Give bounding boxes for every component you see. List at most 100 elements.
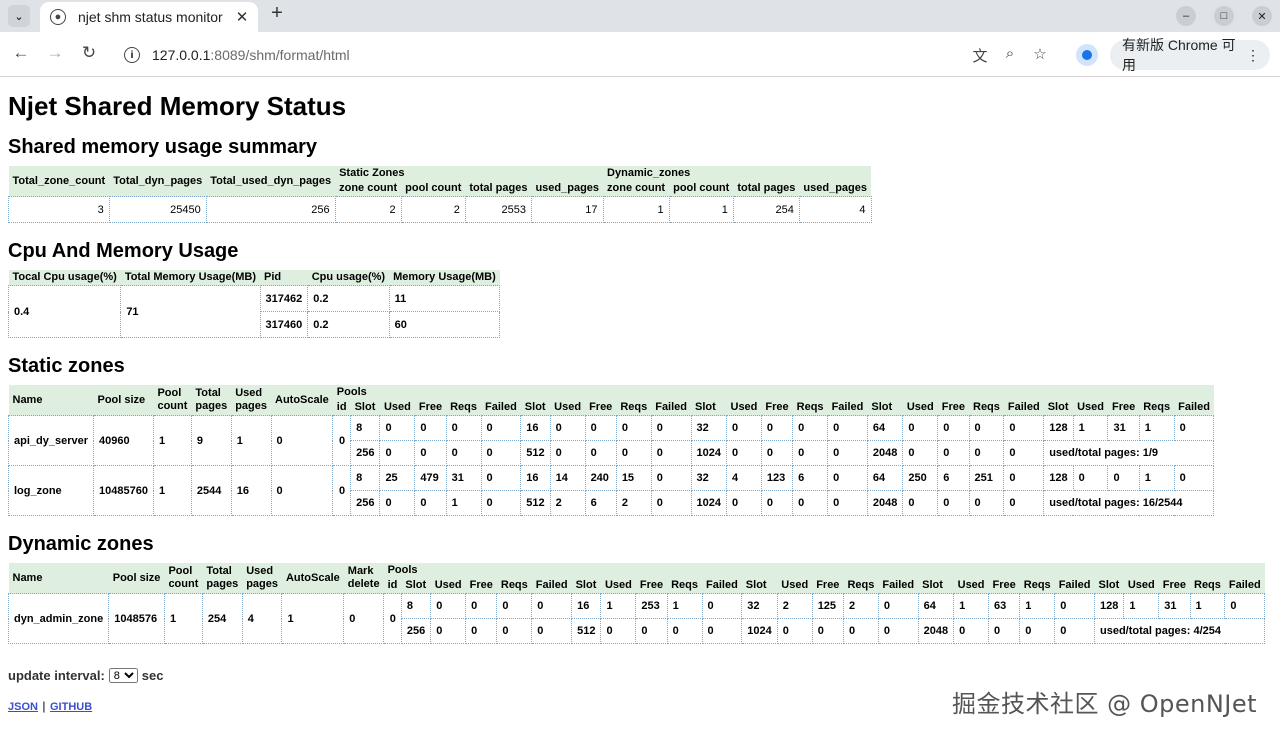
col-used: Used — [379, 400, 415, 416]
bookmark-star-icon[interactable]: ☆ — [1030, 45, 1050, 63]
url-path: :8089/shm/format/html — [210, 47, 350, 63]
col-pool-size: Pool size — [93, 385, 154, 416]
pool-cell: 1 — [666, 593, 703, 619]
col-reqs: Reqs — [496, 578, 532, 594]
active-tab[interactable]: ● njet shm status monitor ✕ — [40, 2, 258, 32]
minimize-button[interactable]: – — [1176, 6, 1196, 26]
tab-close-icon[interactable]: ✕ — [232, 8, 252, 26]
pool-cell: 0 — [1173, 415, 1215, 441]
zone-pool-count: 1 — [152, 415, 192, 466]
link-separator: | — [42, 699, 46, 713]
tab-search-button[interactable]: ⌄ — [8, 5, 30, 27]
pool-cell: 0 — [902, 490, 939, 516]
pool-cell: 0 — [1003, 490, 1045, 516]
reload-button[interactable]: ↻ — [78, 43, 100, 63]
col-slot: Slot — [1094, 578, 1124, 594]
pool-cell: 0 — [1054, 593, 1095, 619]
pool-cell: 0 — [1003, 415, 1045, 441]
col-failed: Failed — [878, 578, 919, 594]
pool-cell: 64 — [917, 593, 955, 619]
address-bar[interactable]: i 127.0.0.1:8089/shm/format/html — [112, 38, 964, 72]
pool-cell: 0 — [414, 490, 447, 516]
col-used: Used — [902, 400, 938, 416]
json-link[interactable]: JSON — [8, 701, 38, 713]
col-used: Used — [777, 578, 813, 594]
col-reqs: Reqs — [1019, 578, 1055, 594]
col-used-pages-l1: Used — [235, 387, 263, 399]
pool-cell: 1 — [1138, 415, 1175, 441]
url-host: 127.0.0.1 — [152, 47, 211, 63]
pool-cell: 0 — [635, 618, 668, 644]
pool-cell: 0 — [842, 618, 879, 644]
cell: 3 — [8, 196, 110, 223]
pool-cell: 256 — [350, 440, 381, 466]
pool-cell: 2 — [776, 593, 813, 619]
more-menu-icon[interactable]: ⋮ — [1246, 47, 1260, 64]
zone-total-pages: 2544 — [190, 465, 232, 516]
update-chrome-label: 有新版 Chrome 可用 — [1122, 37, 1236, 73]
col-used: Used — [430, 578, 466, 594]
maximize-button[interactable]: □ — [1214, 6, 1234, 26]
col-pool-count-l2: count — [168, 578, 199, 590]
col-sub: pool count — [401, 181, 466, 197]
pool-cell: 0 — [953, 618, 990, 644]
zone-used-pages: 1 — [230, 415, 272, 466]
person-icon — [1082, 50, 1092, 60]
cell: 0.2 — [307, 311, 390, 338]
update-chrome-button[interactable]: 有新版 Chrome 可用 ⋮ — [1110, 37, 1270, 73]
pool-cell: 16 — [520, 415, 551, 441]
col-total-pages: Total pages — [191, 385, 232, 416]
pool-cell: 0 — [988, 618, 1021, 644]
profile-avatar[interactable] — [1076, 44, 1098, 66]
pool-cell: 2 — [842, 593, 879, 619]
pages-summary: used/total pages: 1/9 — [1043, 440, 1215, 466]
chevron-down-icon: ⌄ — [14, 10, 24, 23]
pool-cell: 479 — [414, 465, 447, 491]
pool-cell: 64 — [866, 415, 904, 441]
zoom-icon[interactable]: ⌕ — [1000, 45, 1020, 62]
cell: 2553 — [464, 196, 532, 223]
table-row: 0.4 71 317462 0.2 11 — [8, 285, 501, 338]
site-info-icon[interactable]: i — [124, 47, 140, 63]
translate-icon[interactable]: 文 — [970, 45, 990, 66]
pool-cell: 0 — [827, 490, 868, 516]
update-interval-control: update interval: 8 sec — [8, 668, 1280, 683]
pool-cell: 0 — [445, 440, 482, 466]
interval-select[interactable]: 8 — [108, 668, 138, 683]
new-tab-button[interactable]: + — [266, 2, 288, 25]
pool-cell: 8 — [350, 465, 381, 491]
pool-cell: 512 — [571, 618, 602, 644]
cell: 2 — [400, 196, 466, 223]
zone-used-pages: 16 — [230, 465, 272, 516]
col-pool-size: Pool size — [108, 563, 165, 594]
pool-cell: 0 — [379, 490, 416, 516]
zone-mark-delete: 0 — [343, 593, 385, 644]
col-mark-delete-l1: Mark — [347, 565, 374, 577]
github-link[interactable]: GITHUB — [50, 701, 92, 713]
pool-cell: 2048 — [866, 440, 904, 466]
pool-cell: 0 — [1072, 465, 1109, 491]
pool-cell: 0 — [827, 440, 868, 466]
pool-cell: 16 — [571, 593, 602, 619]
col-free: Free — [414, 400, 447, 416]
col-used: Used — [600, 578, 636, 594]
pool-cell: 31 — [1107, 415, 1140, 441]
cell: 60 — [388, 311, 501, 338]
col-failed: Failed — [1003, 400, 1044, 416]
pool-cell: 251 — [968, 465, 1005, 491]
back-button[interactable]: ← — [10, 43, 32, 63]
table-row: 3 25450 256 2 2 2553 17 1 1 254 4 — [8, 196, 872, 223]
col-sub: used_pages — [799, 181, 871, 197]
pool-cell: 0 — [549, 415, 586, 441]
zone-pool-count: 1 — [152, 465, 192, 516]
zone-pool-count: 1 — [163, 593, 203, 644]
pool-cell: 0 — [480, 465, 522, 491]
zone-autoscale: 1 — [281, 593, 345, 644]
zone-name: api_dy_server — [8, 415, 94, 466]
forward-button[interactable]: → — [44, 43, 66, 63]
col-mark-delete-l2: delete — [347, 578, 380, 590]
close-window-button[interactable]: ✕ — [1252, 6, 1272, 26]
pool-cell: 31 — [1158, 593, 1191, 619]
pool-cell: 0 — [760, 415, 794, 441]
pool-cell: 1 — [445, 490, 482, 516]
